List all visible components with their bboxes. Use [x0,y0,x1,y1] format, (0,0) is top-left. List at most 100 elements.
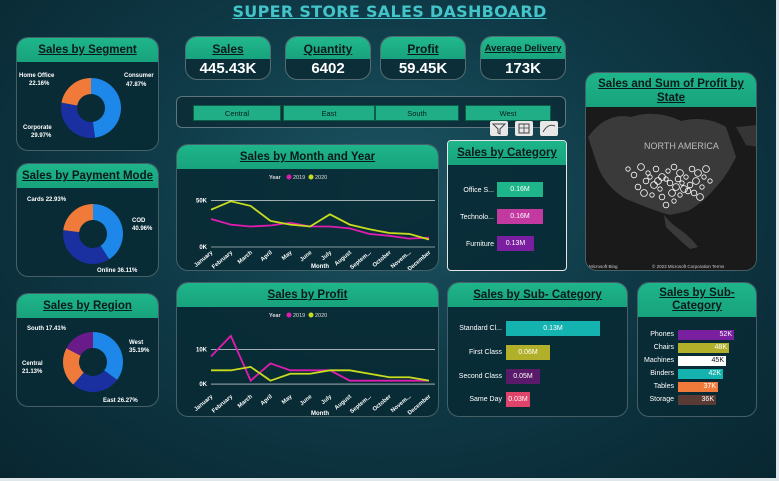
segment-title: Sales by Segment [17,38,158,62]
segment-pct-consumer: 47.87% [126,82,147,88]
y-tick-label: 10K [196,348,208,354]
kpi-quantity[interactable]: Quantity 6402 [285,36,371,80]
kpi-sales[interactable]: Sales 445.43K [185,36,271,80]
y-tick-label: 0K [199,382,207,388]
legend-label: 2019 [293,175,305,181]
x-axis-label: Month [311,264,329,270]
category-bar-technology[interactable]: 0.16M [497,209,543,224]
kpi-profit-value: 59.45K [398,60,448,77]
x-tick-label: March [237,250,254,266]
category-label-technology: Technolo... [460,214,494,221]
slicer-east[interactable]: East [283,105,375,121]
subcat-bar-phones[interactable]: 52K [678,330,734,340]
ship-card: Sales by Sub- Category Standard Cl... 0.… [447,282,628,417]
subcat-label-tables: Tables [653,383,674,390]
ship-title: Sales by Sub- Category [448,283,627,307]
category-bar-office[interactable]: 0.16M [497,182,543,197]
category-bars: Office S... 0.16M Technolo... 0.16M Furn… [448,165,566,270]
subcat-bar-binders[interactable]: 42K [678,369,723,379]
payment-card: Sales by Payment Mode Cards 22.93% COD 4… [16,163,159,277]
chart-legend: Year 2019 2020 [269,312,327,319]
region-donut[interactable]: South 17.41% West 35.19% Central 21.13% … [17,318,159,407]
ship-bars: Standard Cl... 0.13M First Class 0.06M S… [448,307,627,416]
more-options-icon[interactable] [540,121,558,136]
kpi-profit-label: Profit [381,37,465,59]
donut-slice-west[interactable] [93,332,123,380]
x-tick-label: June [299,249,314,263]
segment-pct-home-office: 22.16% [29,81,50,87]
series-line-2020[interactable] [211,365,430,382]
subcat-label-storage: Storage [649,396,674,403]
ship-label-sameday: Same Day [469,396,502,403]
x-tick-label: Septem... [349,250,373,271]
profit-chart-title: Sales by Profit [177,283,438,307]
region-label-south: South 17.41% [27,326,67,332]
donut-slice-home-office[interactable] [61,78,91,106]
ship-bar-sameday[interactable]: 0.03M [506,392,530,407]
month-chart-card: Sales by Month and Year Year 2019 2020 0K 50… [176,144,439,271]
subcat-bar-machines[interactable]: 45K [678,356,726,366]
region-label-west: West [129,340,143,346]
x-tick-label: May [281,393,294,405]
y-tick-label: 0K [199,245,207,251]
series-line-2020[interactable] [210,200,430,241]
region-card: Sales by Region South 17.41% West 35.19%… [16,293,159,407]
segment-card: Sales by Segment Home Office 22.16% Cons… [16,37,159,151]
donut-slice-cards[interactable] [63,204,93,233]
x-tick-label: July [320,249,333,262]
subcat-bar-tables[interactable]: 37K [678,382,718,392]
payment-donut[interactable]: Cards 22.93% COD 40.96% Online 36.11% [17,188,159,277]
region-label-central: Central [22,361,43,367]
focus-mode-icon[interactable] [515,121,533,136]
subcat-bar-chairs[interactable]: 48K [678,343,729,353]
legend-title: Year [269,313,281,319]
legend-marker [286,312,292,318]
dashboard-title: SUPER STORE SALES DASHBOARD [232,2,547,21]
subcat-label-phones: Phones [650,331,674,338]
kpi-quantity-label: Quantity [286,37,370,59]
series-line-2019[interactable] [210,218,430,240]
state-map[interactable]: NORTH AMERICA Microsoft Bing © 2023 Micr… [586,107,757,271]
region-label-east: East 26.27% [103,398,138,404]
chart-legend: Year 2019 2020 [269,174,327,181]
ship-bar-second[interactable]: 0.05M [506,369,540,384]
subcat-bar-storage[interactable]: 36K [678,395,716,405]
subcat-card: Sales by Sub-Category Phones 52K Chairs … [637,282,757,417]
map-card: Sales and Sum of Profit by State NORTH A… [585,72,757,271]
segment-pct-corporate: 29.97% [31,133,52,139]
ship-bar-first[interactable]: 0.06M [506,345,550,360]
kpi-average-delivery[interactable]: Average Delivery 173K [480,36,566,80]
segment-label-home-office: Home Office [19,73,55,79]
series-line-2019[interactable] [210,334,429,383]
segment-donut[interactable]: Home Office 22.16% Consumer 47.87% Corpo… [17,62,159,151]
month-line-chart[interactable]: Year 2019 20200K50KJanuaryFebruary March Apr… [177,169,439,271]
subcat-label-machines: Machines [644,357,674,364]
category-label-office: Office S... [463,187,494,194]
kpi-avg-value: 173K [505,60,541,77]
x-tick-label: May [281,249,294,261]
category-label-furniture: Furniture [465,241,494,248]
ship-bar-standard[interactable]: 0.13M [506,321,600,336]
slicer-west[interactable]: West [465,105,551,121]
profit-line-chart[interactable]: Year 2019 20200K10KJanuaryFebruary March Apr… [177,307,439,417]
legend-marker [308,174,314,180]
filter-icon[interactable] [490,121,508,136]
kpi-profit[interactable]: Profit 59.45K [380,36,466,80]
month-chart-title: Sales by Month and Year [177,145,438,169]
ship-label-second: Second Class [458,373,502,380]
map-attribution: © 2023 Microsoft Corporation Terms [652,263,725,269]
payment-label-cod: COD [132,218,146,224]
donut-slice-corporate[interactable] [60,102,96,138]
category-bar-furniture[interactable]: 0.13M [497,236,534,251]
ship-label-standard: Standard Cl... [459,325,502,332]
legend-marker [286,174,292,180]
ship-label-first: First Class [468,349,502,356]
segment-label-corporate: Corporate [23,125,52,131]
legend-label: 2019 [293,313,305,319]
segment-label-consumer: Consumer [124,73,154,79]
donut-slice-consumer[interactable] [91,78,122,138]
slicer-central[interactable]: Central [193,105,281,121]
x-tick-label: February [211,249,234,270]
slicer-south[interactable]: South [375,105,459,121]
y-tick-label: 50K [196,198,208,204]
